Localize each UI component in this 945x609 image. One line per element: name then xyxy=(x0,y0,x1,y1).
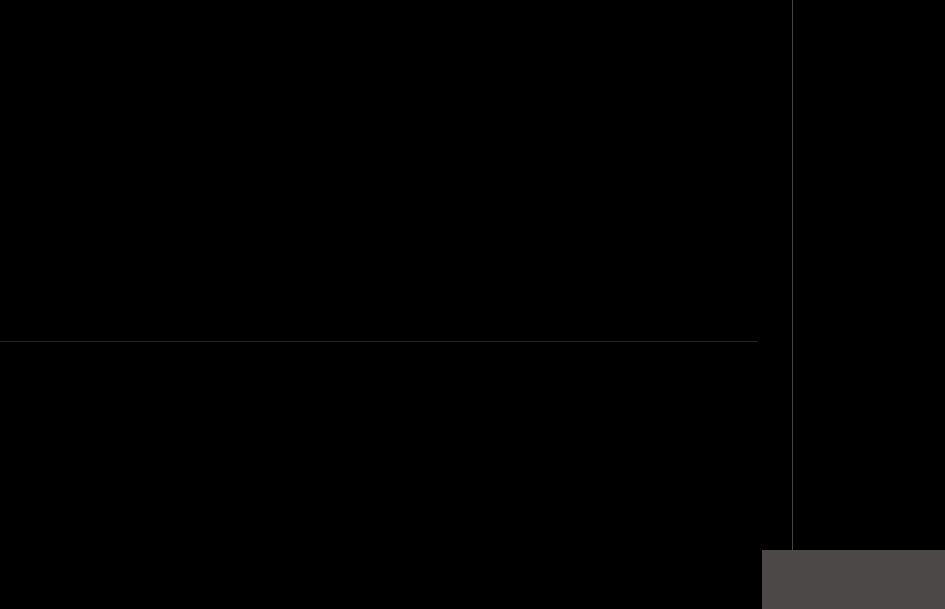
watermark xyxy=(762,550,945,609)
price-axis xyxy=(756,0,793,609)
chart-header-line1 xyxy=(2,4,20,18)
panel-divider xyxy=(0,341,758,342)
indicator-chart[interactable] xyxy=(0,362,758,609)
quote-panel xyxy=(793,0,945,609)
candlestick-chart[interactable] xyxy=(0,38,758,341)
stock-app-window xyxy=(0,0,945,609)
